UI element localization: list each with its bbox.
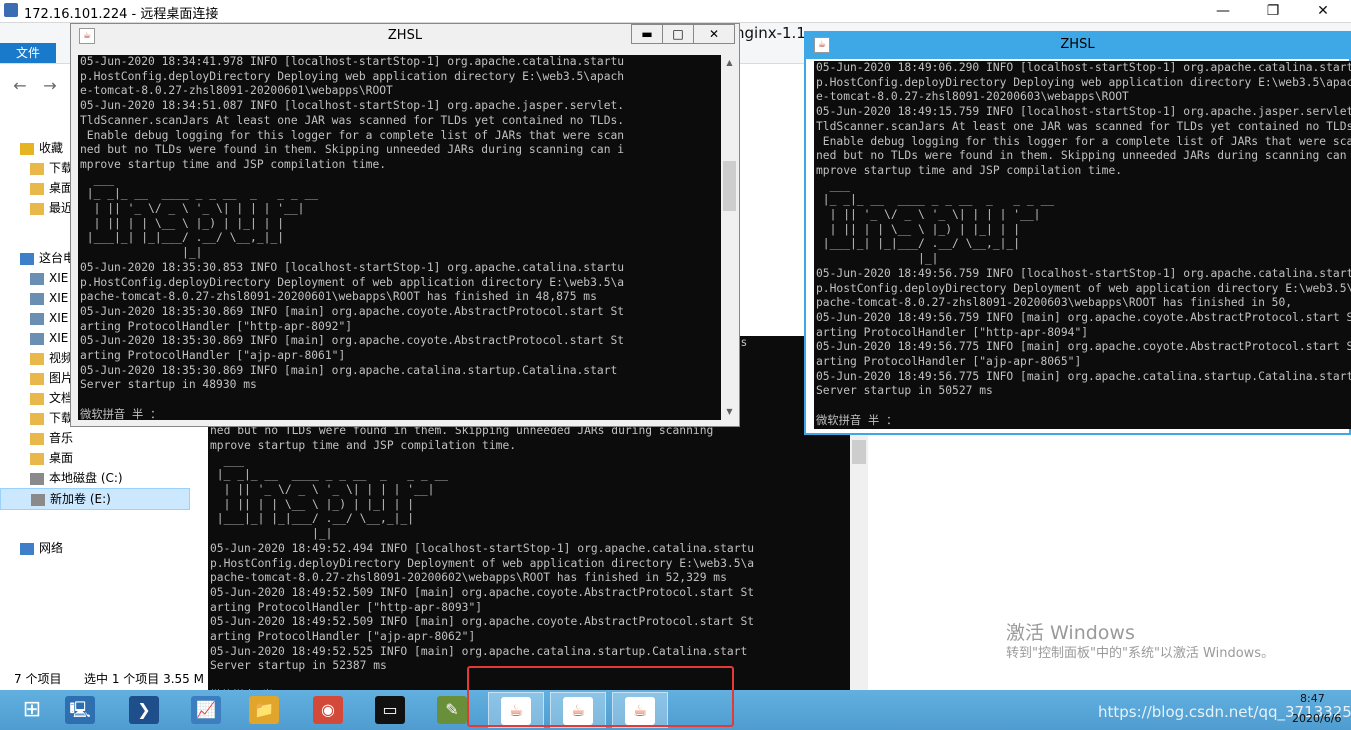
cmd-icon[interactable]: ▭ <box>362 692 418 728</box>
tray-time[interactable]: 8:47 <box>1300 692 1325 705</box>
rdp-minimize-button[interactable]: — <box>1200 0 1246 22</box>
nav-item-label: 网络 <box>39 541 64 555</box>
tray-date[interactable]: 2020/6/6 <box>1292 712 1341 725</box>
rdp-title-bar: 172.16.101.224 - 远程桌面连接 — ❐ ✕ <box>0 0 1351 23</box>
folder-icon <box>30 202 44 215</box>
nav-item-label: 音乐 <box>49 431 74 445</box>
console-output-3: 05-Jun-2020 18:49:06.290 INFO [localhost… <box>814 61 1351 429</box>
window-title: ZHSL <box>1060 37 1095 52</box>
nav-item[interactable]: 网络 <box>0 538 178 558</box>
console-text: 05-Jun-2020 18:34:41.978 INFO [localhost… <box>80 55 625 420</box>
drive-icon <box>30 472 44 485</box>
window-controls: ▬ □ ✕ <box>631 24 735 46</box>
drive-icon <box>31 493 45 506</box>
console-title-bar-3[interactable]: ☕ ZHSL <box>806 33 1349 59</box>
maximize-button[interactable]: □ <box>662 24 694 44</box>
performance-monitor-icon[interactable]: 📈 <box>178 692 234 728</box>
folder-icon <box>30 392 44 405</box>
console-window-1[interactable]: ☕ ZHSL ▬ □ ✕ 05-Jun-2020 18:34:41.978 INFO… <box>70 23 740 427</box>
file-tab[interactable]: 文件 <box>0 43 56 63</box>
console-title-bar-1[interactable]: ☕ ZHSL ▬ □ ✕ <box>71 24 739 48</box>
network-drive-icon <box>30 292 44 305</box>
console-window-3[interactable]: ☕ ZHSL 05-Jun-2020 18:49:06.290 INFO [lo… <box>804 31 1351 435</box>
folder-icon <box>30 432 44 445</box>
network-drive-icon <box>30 312 44 325</box>
powershell-icon[interactable]: ❯ <box>116 692 172 728</box>
notepad-plus-icon: ✎ <box>437 696 467 724</box>
star-icon <box>20 142 34 155</box>
scroll-up-arrow[interactable]: ▲ <box>721 55 738 71</box>
nav-item-label: XIE <box>49 271 69 285</box>
scroll-thumb[interactable] <box>723 161 736 211</box>
powershell-icon: ❯ <box>129 696 159 724</box>
close-button[interactable]: ✕ <box>693 24 735 44</box>
computer-icon <box>20 252 34 265</box>
cmd-icon: ▭ <box>375 696 405 724</box>
highlight-annotation <box>467 666 734 727</box>
selection-info: 选中 1 个项目 3.55 M <box>84 672 204 686</box>
rdp-title: 172.16.101.224 - 远程桌面连接 <box>24 7 219 22</box>
activation-watermark-title: 激活 Windows <box>1006 622 1135 644</box>
folder-icon <box>30 412 44 425</box>
performance-monitor-icon: 📈 <box>191 696 221 724</box>
file-explorer-icon: 📁 <box>249 696 279 724</box>
network-drive-icon <box>30 332 44 345</box>
nav-item-label: XIE <box>49 291 69 305</box>
rdp-restore-button[interactable]: ❐ <box>1250 0 1296 22</box>
console-scrollbar-1[interactable]: ▲ ▼ <box>721 55 738 420</box>
nav-item-label: XIE <box>49 311 69 325</box>
network-drive-icon <box>30 272 44 285</box>
file-explorer-icon[interactable]: 📁 <box>236 692 292 728</box>
nav-item-label: 新加卷 (E:) <box>50 492 111 506</box>
nav-item[interactable]: 本地磁盘 (C:) <box>0 468 188 488</box>
server-manager-icon: 🖳 <box>65 696 95 724</box>
console-text: 05-Jun-2020 18:49:06.290 INFO [localhost… <box>816 61 1351 427</box>
minimize-button[interactable]: ▬ <box>631 24 663 44</box>
forward-arrow-icon[interactable]: → <box>40 76 60 96</box>
folder-icon <box>30 352 44 365</box>
console-output-1: 05-Jun-2020 18:34:41.978 INFO [localhost… <box>78 55 721 420</box>
scroll-thumb[interactable] <box>852 440 866 464</box>
back-arrow-icon[interactable]: ← <box>10 76 30 96</box>
item-count: 7 个项目 <box>14 672 62 686</box>
folder-icon <box>30 372 44 385</box>
nav-item[interactable]: 桌面 <box>0 448 188 468</box>
nav-item[interactable]: 新加卷 (E:) <box>0 488 190 510</box>
chrome-icon[interactable]: ◉ <box>300 692 356 728</box>
remote-desktop-icon <box>4 3 18 17</box>
nav-item-label: 收藏 <box>39 141 64 155</box>
folder-icon <box>30 182 44 195</box>
console-text: ned but no TLDs were found in them. Skip… <box>210 424 755 690</box>
folder-icon <box>30 162 44 175</box>
chrome-icon: ◉ <box>313 696 343 724</box>
activation-watermark-text: 转到"控制面板"中的"系统"以激活 Windows。 <box>1006 646 1275 661</box>
nav-item-label: 本地磁盘 (C:) <box>49 471 123 485</box>
server-manager-icon[interactable]: 🖳 <box>52 692 108 728</box>
nav-item-label: XIE <box>49 331 69 345</box>
folder-icon <box>30 452 44 465</box>
scroll-down-arrow[interactable]: ▼ <box>721 404 738 420</box>
rdp-close-button[interactable]: ✕ <box>1300 0 1346 22</box>
network-icon <box>20 542 34 555</box>
nav-item-label: 桌面 <box>49 451 74 465</box>
nav-item[interactable]: 音乐 <box>0 428 188 448</box>
